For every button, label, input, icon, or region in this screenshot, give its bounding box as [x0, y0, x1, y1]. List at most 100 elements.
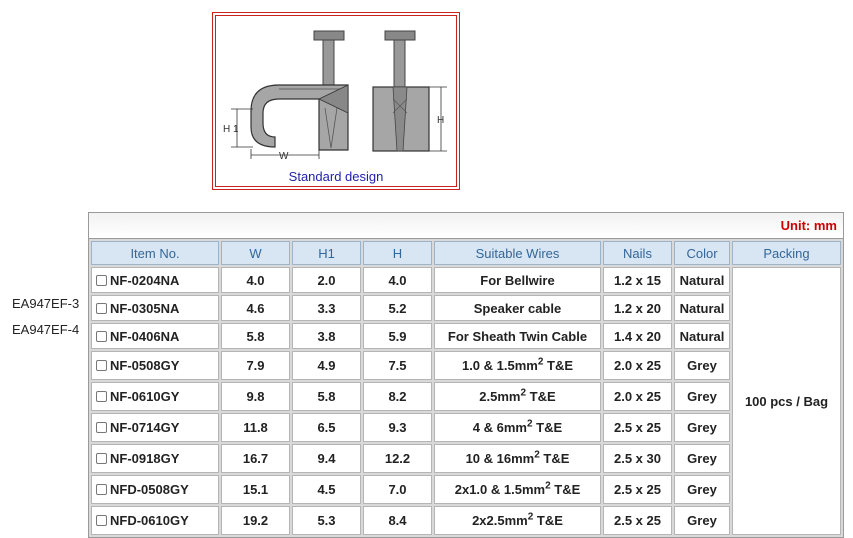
- unit-row: Unit: mm: [89, 213, 843, 239]
- row-checkbox[interactable]: [96, 360, 107, 371]
- item-cell: NF-0305NA: [91, 295, 219, 321]
- w-cell: 5.8: [221, 323, 290, 349]
- item-no: NF-0204NA: [110, 272, 180, 288]
- item-no: NF-0610GY: [110, 389, 180, 404]
- wire-tail: T&E: [539, 451, 570, 466]
- table-row: NF-0508GY 7.9 4.9 7.5 1.0 & 1.5mm2 T&E 2.0 x …: [91, 351, 841, 380]
- color-cell: Grey: [674, 382, 730, 411]
- header-h: H: [363, 241, 432, 265]
- row-checkbox[interactable]: [96, 274, 107, 286]
- wire-text: Speaker cable: [473, 300, 562, 316]
- item-cell: NF-0714GY: [91, 413, 219, 442]
- color-cell: Grey: [674, 413, 730, 442]
- table-row: NF-0204NA 4.0 2.0 4.0 For Bellwire 1.2 x 15 Na…: [91, 267, 841, 535]
- wire-text: For Sheath Twin Cable: [447, 328, 588, 344]
- w-cell: 16.7: [221, 444, 290, 473]
- item-cell: NF-0508GY: [91, 351, 219, 380]
- wire-cell: 4 & 6mm2 T&E: [434, 413, 601, 442]
- table-row: NFD-0508GY 15.1 4.5 7.0 2x1.0 & 1.5mm2 T&E 2.…: [91, 475, 841, 504]
- row-checkbox[interactable]: [96, 422, 107, 433]
- side-code-2: EA947EF-4: [12, 322, 80, 337]
- h-cell: 8.2: [363, 382, 432, 411]
- item-cell: NFD-0610GY: [91, 506, 219, 535]
- cable-clip-drawing: H 1 W H: [223, 30, 447, 162]
- h1-cell: 4.5: [292, 475, 361, 504]
- color-cell: Natural: [674, 323, 730, 349]
- nails-cell: 1.4 x 20: [603, 323, 672, 349]
- color-cell: Grey: [674, 506, 730, 535]
- item-no: NF-0406NA: [110, 328, 180, 344]
- wire-tail: T&E: [532, 420, 563, 435]
- item-cell: NF-0406NA: [91, 323, 219, 349]
- wire-text: For Bellwire: [480, 272, 555, 288]
- header-h1: H1: [292, 241, 361, 265]
- item-no: NF-0305NA: [110, 300, 180, 316]
- header-color: Color: [674, 241, 730, 265]
- color-cell: Grey: [674, 475, 730, 504]
- nails-cell: 2.0 x 25: [603, 351, 672, 380]
- nails-cell: 2.5 x 25: [603, 475, 672, 504]
- item-no: NFD-0508GY: [110, 482, 189, 497]
- h-cell: 5.9: [363, 323, 432, 349]
- wire-cell: Speaker cable: [434, 295, 601, 321]
- product-figure: H 1 W H Standard design: [212, 12, 460, 190]
- row-checkbox[interactable]: [96, 330, 107, 342]
- w-cell: 4.6: [221, 295, 290, 321]
- wire-text: 1.0 & 1.5mm: [461, 358, 538, 373]
- wire-cell: For Sheath Twin Cable: [434, 323, 601, 349]
- h1-cell: 5.8: [292, 382, 361, 411]
- h1-cell: 3.8: [292, 323, 361, 349]
- row-checkbox[interactable]: [96, 391, 107, 402]
- h-cell: 8.4: [363, 506, 432, 535]
- row-checkbox[interactable]: [96, 302, 107, 314]
- table-row: NF-0406NA 5.8 3.8 5.9 For Sheath Twin Cable 1…: [91, 323, 841, 349]
- h1-cell: 9.4: [292, 444, 361, 473]
- h-cell: 5.2: [363, 295, 432, 321]
- wire-text: 2.5mm: [479, 389, 521, 404]
- dim-w-label: W: [279, 151, 289, 162]
- h-cell: 12.2: [363, 444, 432, 473]
- item-cell: NF-0918GY: [91, 444, 219, 473]
- item-no: NF-0918GY: [110, 451, 180, 466]
- table-row: NF-0714GY 11.8 6.5 9.3 4 & 6mm2 T&E 2.5 x 25 G…: [91, 413, 841, 442]
- row-checkbox[interactable]: [96, 515, 107, 526]
- wire-text: 2x1.0 & 1.5mm: [454, 482, 546, 497]
- h1-cell: 4.9: [292, 351, 361, 380]
- nails-cell: 2.5 x 25: [603, 506, 672, 535]
- h-cell: 7.0: [363, 475, 432, 504]
- w-cell: 15.1: [221, 475, 290, 504]
- h-cell: 9.3: [363, 413, 432, 442]
- w-cell: 11.8: [221, 413, 290, 442]
- wire-tail: T&E: [543, 358, 574, 373]
- header-nails: Nails: [603, 241, 672, 265]
- dim-h-label: H: [437, 115, 444, 126]
- table-row: NF-0918GY 16.7 9.4 12.2 10 & 16mm2 T&E 2.5 x …: [91, 444, 841, 473]
- row-checkbox[interactable]: [96, 453, 107, 464]
- header-row: Item No. W H1 H Suitable Wires Nails Col…: [91, 241, 841, 265]
- wire-tail: T&E: [550, 482, 581, 497]
- row-checkbox[interactable]: [96, 484, 107, 495]
- item-no: NF-0714GY: [110, 420, 180, 435]
- h-cell: 7.5: [363, 351, 432, 380]
- nails-cell: 2.0 x 25: [603, 382, 672, 411]
- h1-cell: 6.5: [292, 413, 361, 442]
- dim-h1-label: H 1: [223, 124, 239, 135]
- table-row: NFD-0610GY 19.2 5.3 8.4 2x2.5mm2 T&E 2.5 x 25…: [91, 506, 841, 535]
- spec-table: Unit: mm Item No. W H1 H Suitable Wires …: [88, 212, 844, 538]
- nails-cell: 2.5 x 25: [603, 413, 672, 442]
- wire-tail: T&E: [526, 389, 556, 404]
- header-suitable-wires: Suitable Wires: [434, 241, 601, 265]
- wire-cell: 10 & 16mm2 T&E: [434, 444, 601, 473]
- color-cell: Grey: [674, 351, 730, 380]
- h1-cell: 2.0: [292, 267, 361, 293]
- h-cell: 4.0: [363, 267, 432, 293]
- wire-text: 4 & 6mm: [472, 420, 527, 435]
- item-cell: NF-0610GY: [91, 382, 219, 411]
- wire-cell: 2.5mm2 T&E: [434, 382, 601, 411]
- w-cell: 9.8: [221, 382, 290, 411]
- wire-cell: 2x2.5mm2 T&E: [434, 506, 601, 535]
- wire-cell: 1.0 & 1.5mm2 T&E: [434, 351, 601, 380]
- item-no: NF-0508GY: [110, 358, 180, 373]
- color-cell: Natural: [674, 267, 730, 293]
- figure-caption: Standard design: [288, 169, 384, 184]
